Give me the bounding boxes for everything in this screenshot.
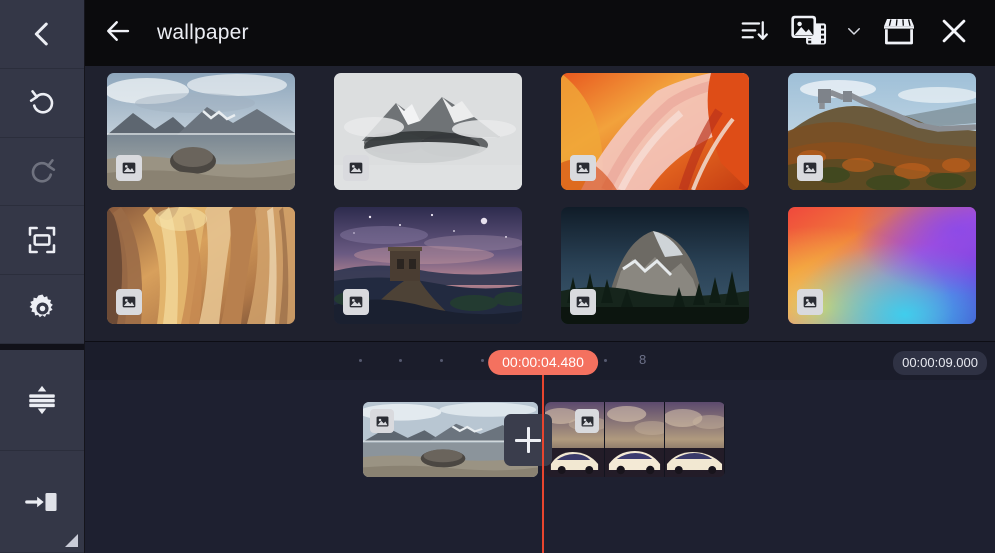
media-grid bbox=[85, 66, 995, 341]
media-item-great-wall-autumn[interactable] bbox=[788, 73, 976, 190]
undo-icon bbox=[27, 87, 58, 118]
media-type-badge bbox=[570, 155, 596, 181]
media-type-button[interactable] bbox=[779, 8, 839, 58]
media-type-badge bbox=[116, 289, 142, 315]
ruler-tick bbox=[481, 359, 484, 362]
clip-frame bbox=[605, 402, 665, 477]
media-item-antelope-canyon[interactable] bbox=[107, 207, 295, 324]
media-type-badge bbox=[343, 289, 369, 315]
media-type-badge bbox=[570, 289, 596, 315]
plus-icon-vertical bbox=[527, 427, 530, 453]
export-icon bbox=[24, 484, 60, 520]
add-transition-button[interactable] bbox=[504, 414, 552, 466]
media-item-gradient-abstract[interactable] bbox=[788, 207, 976, 324]
ruler-tick bbox=[359, 359, 362, 362]
media-browser-header: wallpaper bbox=[85, 0, 995, 66]
media-grid-pane[interactable] bbox=[85, 66, 995, 341]
sidebar-item-track-height[interactable] bbox=[0, 350, 84, 452]
clip-frame bbox=[665, 402, 725, 477]
timeline-clip-video-car[interactable] bbox=[545, 402, 725, 477]
media-type-badge bbox=[116, 155, 142, 181]
close-button[interactable] bbox=[929, 8, 979, 58]
arrow-left-icon bbox=[103, 16, 133, 51]
total-duration-badge: 00:00:09.000 bbox=[893, 351, 987, 375]
sidebar-item-redo[interactable] bbox=[0, 138, 84, 207]
playhead-time-badge[interactable]: 00:00:04.480 bbox=[488, 350, 598, 375]
sidebar-item-back[interactable] bbox=[0, 0, 84, 69]
sidebar-item-settings[interactable] bbox=[0, 275, 84, 344]
media-type-dropdown[interactable] bbox=[839, 8, 869, 58]
ruler-tick bbox=[604, 359, 607, 362]
clip-frame-strip bbox=[545, 402, 725, 477]
media-type-badge bbox=[797, 289, 823, 315]
ruler-tick bbox=[440, 359, 443, 362]
chevron-down-icon bbox=[845, 22, 863, 45]
clip-type-badge bbox=[370, 409, 394, 433]
ruler-tick bbox=[399, 359, 402, 362]
video-editor-window: wallpaper bbox=[0, 0, 995, 553]
media-type-badge bbox=[343, 155, 369, 181]
header-back-button[interactable] bbox=[103, 16, 147, 51]
media-item-great-wall-dusk[interactable] bbox=[334, 207, 522, 324]
store-button[interactable] bbox=[869, 8, 929, 58]
media-item-lake-mountains[interactable] bbox=[107, 73, 295, 190]
media-type-badge bbox=[797, 155, 823, 181]
timeline-panel[interactable]: 8 00:00:09.000 bbox=[85, 341, 995, 553]
media-item-orange-canyon[interactable] bbox=[561, 73, 749, 190]
sidebar-item-undo[interactable] bbox=[0, 69, 84, 138]
media-item-foggy-mountain[interactable] bbox=[334, 73, 522, 190]
ruler-label: 8 bbox=[639, 352, 646, 367]
header-actions bbox=[729, 8, 979, 58]
image-video-icon bbox=[789, 13, 829, 54]
redo-icon bbox=[27, 156, 58, 187]
clip-type-badge bbox=[575, 409, 599, 433]
playhead-line[interactable] bbox=[542, 372, 544, 553]
gear-icon bbox=[26, 292, 59, 325]
chevron-left-icon bbox=[25, 17, 59, 51]
sort-icon bbox=[739, 16, 769, 51]
track-height-icon bbox=[25, 383, 59, 417]
media-item-half-dome[interactable] bbox=[561, 207, 749, 324]
store-icon bbox=[881, 15, 917, 52]
timeline-track[interactable] bbox=[85, 380, 995, 553]
sort-button[interactable] bbox=[729, 8, 779, 58]
fit-screen-icon bbox=[26, 224, 58, 256]
sidebar-resize-handle[interactable] bbox=[65, 534, 78, 547]
left-sidebar bbox=[0, 0, 85, 553]
sidebar-item-fit-to-screen[interactable] bbox=[0, 206, 84, 275]
close-icon bbox=[937, 14, 971, 53]
page-title: wallpaper bbox=[157, 21, 249, 45]
